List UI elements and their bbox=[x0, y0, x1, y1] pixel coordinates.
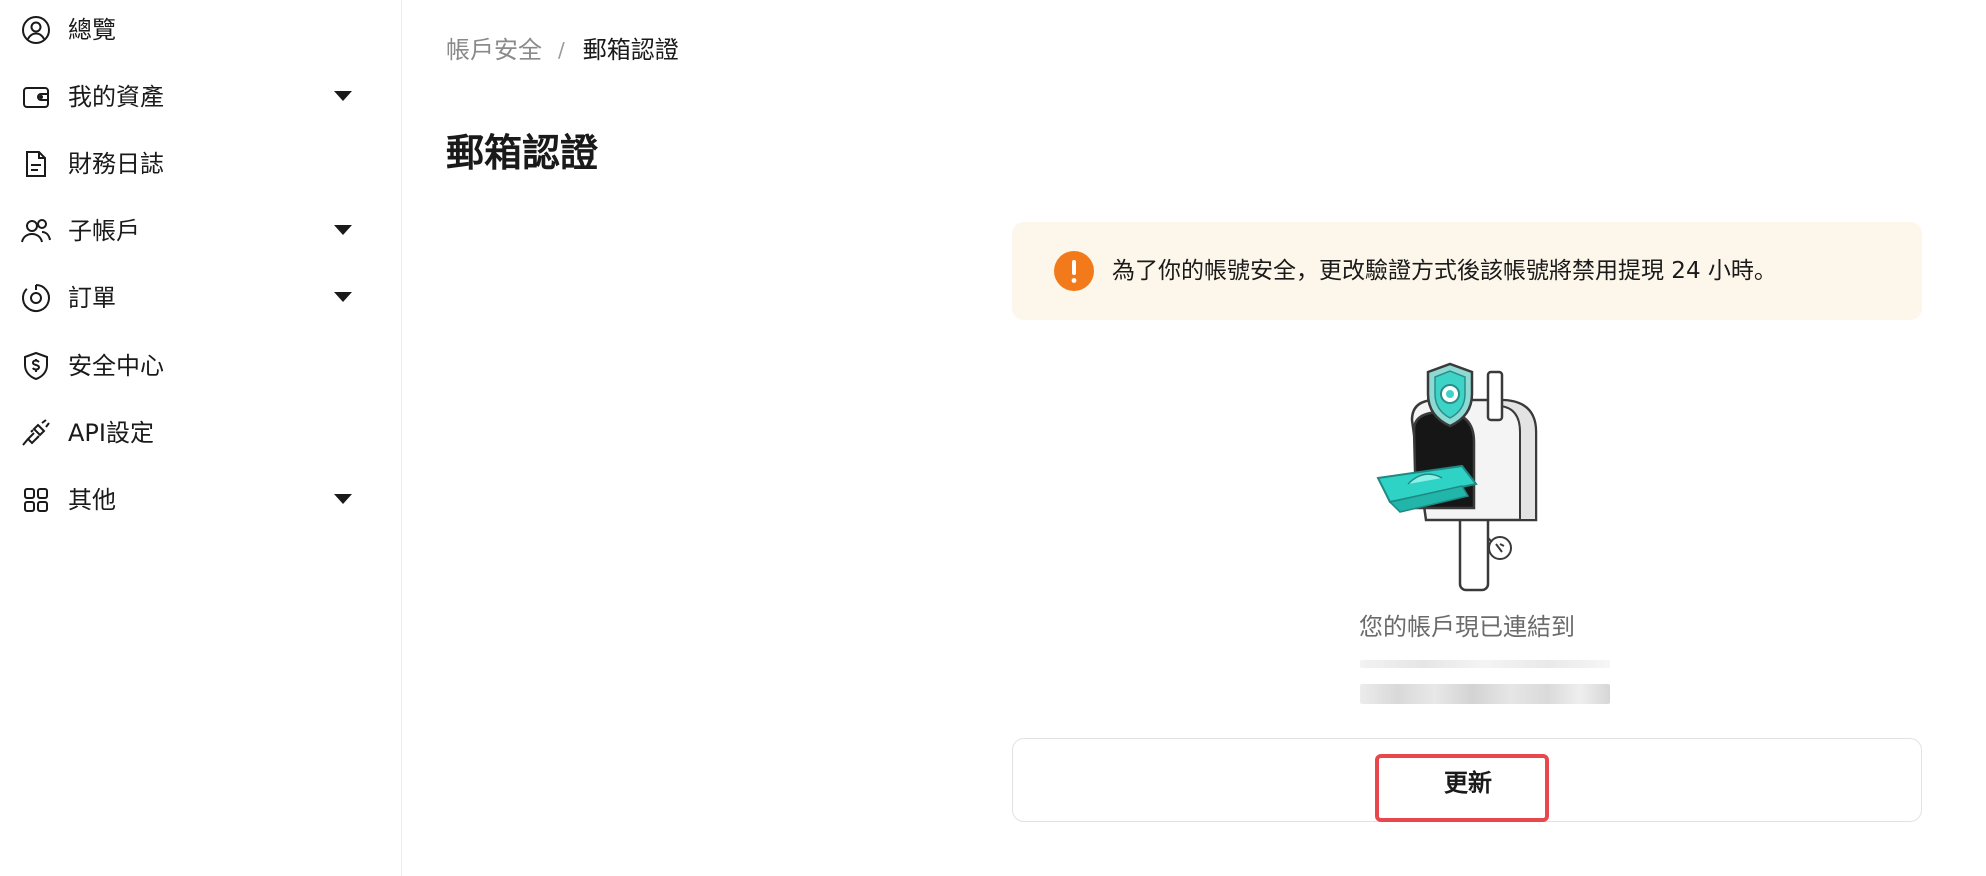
chevron-down-icon[interactable] bbox=[334, 91, 352, 101]
sidebar-item-label: 訂單 bbox=[68, 284, 116, 312]
sidebar-item-api-settings[interactable]: API設定 bbox=[0, 403, 380, 463]
exclamation-icon bbox=[1054, 251, 1094, 291]
chevron-down-icon[interactable] bbox=[334, 225, 352, 235]
sidebar-item-label: API設定 bbox=[68, 419, 154, 447]
grid-icon bbox=[20, 484, 52, 516]
document-icon bbox=[20, 148, 52, 180]
breadcrumb: 帳戶安全 / 郵箱認證 bbox=[446, 34, 679, 66]
linked-email-label: 您的帳戶現已連結到 bbox=[1359, 613, 1575, 641]
redacted-email bbox=[1360, 660, 1610, 706]
sidebar-item-label: 財務日誌 bbox=[68, 150, 164, 178]
breadcrumb-separator: / bbox=[558, 38, 565, 62]
redacted-email-line bbox=[1360, 684, 1610, 704]
mailbox-illustration bbox=[1350, 360, 1590, 600]
warning-text: 為了你的帳號安全，更改驗證方式後該帳號將禁用提現 24 小時。 bbox=[1112, 258, 1777, 284]
target-icon bbox=[20, 282, 52, 314]
chevron-down-icon[interactable] bbox=[334, 292, 352, 302]
update-button[interactable]: 更新 bbox=[1375, 755, 1561, 805]
sidebar-item-label: 其他 bbox=[68, 486, 116, 514]
sidebar-item-label: 總覽 bbox=[68, 16, 116, 44]
sidebar-item-orders[interactable]: 訂單 bbox=[0, 268, 380, 328]
app-root: 總覽 我的資產 財務日誌 子帳戶 訂單 安全中心 API設定 其他 帳戶安全 /… bbox=[0, 0, 1986, 876]
sidebar-item-financial-log[interactable]: 財務日誌 bbox=[0, 134, 380, 194]
redacted-email-line bbox=[1360, 660, 1610, 668]
breadcrumb-current: 郵箱認證 bbox=[582, 36, 679, 64]
chevron-down-icon[interactable] bbox=[334, 494, 352, 504]
page-title: 郵箱認證 bbox=[446, 131, 599, 175]
shield-dollar-icon bbox=[20, 350, 52, 382]
sidebar-item-security-center[interactable]: 安全中心 bbox=[0, 336, 380, 396]
api-plug-icon bbox=[20, 417, 52, 449]
update-card: 更新 bbox=[1012, 738, 1922, 822]
sidebar: 總覽 我的資產 財務日誌 子帳戶 訂單 安全中心 API設定 其他 bbox=[0, 0, 402, 876]
wallet-icon bbox=[20, 81, 52, 113]
sidebar-item-label: 我的資產 bbox=[68, 83, 164, 111]
warning-banner: 為了你的帳號安全，更改驗證方式後該帳號將禁用提現 24 小時。 bbox=[1012, 222, 1922, 320]
sidebar-item-other[interactable]: 其他 bbox=[0, 470, 380, 530]
user-circle-icon bbox=[20, 14, 52, 46]
sidebar-item-overview[interactable]: 總覽 bbox=[0, 0, 380, 60]
sidebar-item-label: 子帳戶 bbox=[68, 217, 140, 245]
sidebar-item-sub-accounts[interactable]: 子帳戶 bbox=[0, 201, 380, 261]
sidebar-item-my-assets[interactable]: 我的資產 bbox=[0, 67, 380, 127]
sidebar-item-label: 安全中心 bbox=[68, 352, 164, 380]
breadcrumb-link-account-security[interactable]: 帳戶安全 bbox=[446, 34, 542, 66]
users-icon bbox=[20, 215, 52, 247]
